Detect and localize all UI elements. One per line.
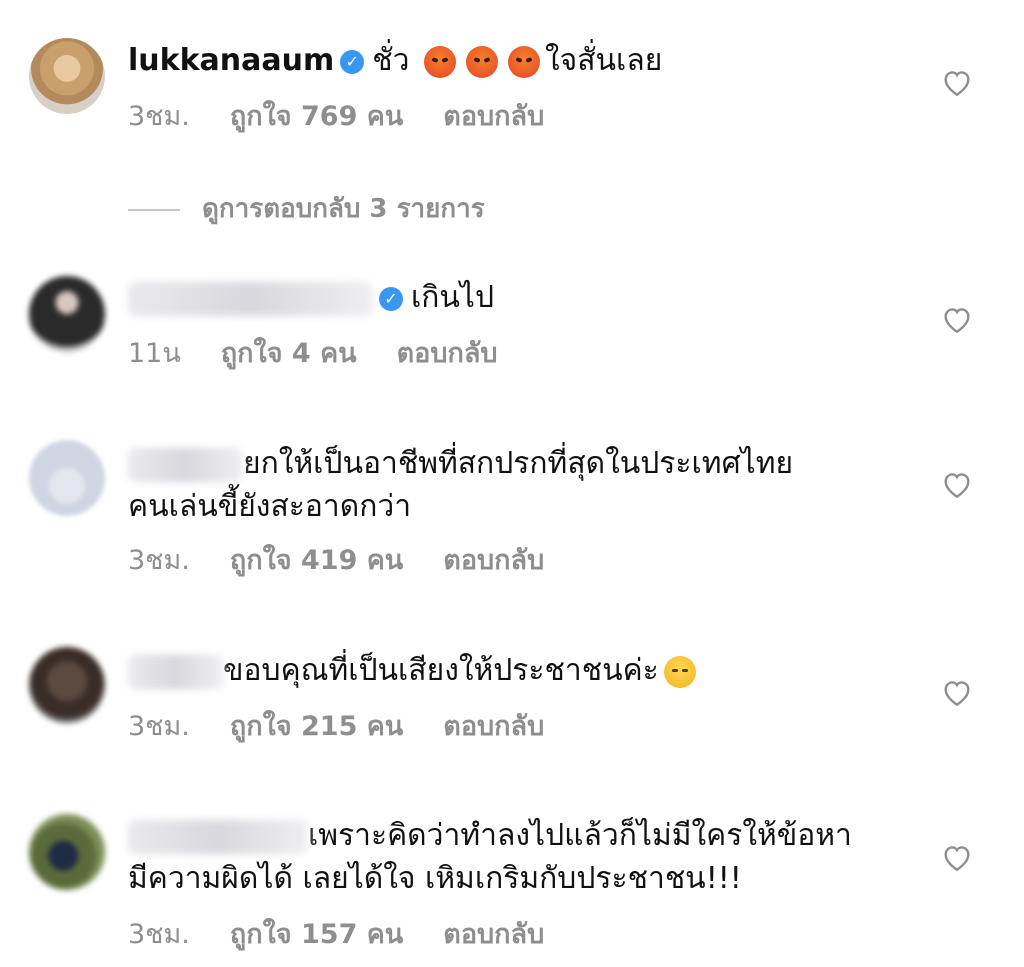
avatar[interactable] bbox=[29, 440, 105, 516]
comment-meta: 3ชม. ถูกใจ 157 คน ตอบกลับ bbox=[128, 918, 584, 952]
username-blurred[interactable] bbox=[128, 819, 308, 854]
heart-outline-icon[interactable] bbox=[941, 677, 973, 707]
timestamp: 11น bbox=[128, 338, 181, 369]
view-replies-label: ดูการตอบกลับ 3 รายการ bbox=[202, 194, 485, 224]
likes-count[interactable]: ถูกใจ 769 คน bbox=[230, 101, 403, 132]
divider bbox=[128, 208, 180, 211]
verified-badge-icon: ✓ bbox=[379, 286, 403, 311]
comment-text: ใจสั่นเลย bbox=[545, 43, 663, 78]
timestamp: 3ชม. bbox=[128, 545, 190, 576]
comment-text: มีความผิดได้ เลยได้ใจ เหิมเกริมกับประชาช… bbox=[128, 861, 742, 896]
comment-text: ชั่ว bbox=[372, 43, 410, 78]
comment-body: ขอบคุณที่เป็นเสียงให้ประชาชนค่ะ bbox=[128, 651, 701, 691]
comment-body: เพราะคิดว่าทำลงไปแล้วก็ไม่มีใครให้ข้อหา bbox=[128, 816, 852, 856]
avatar[interactable] bbox=[29, 276, 105, 352]
heart-outline-icon[interactable] bbox=[941, 469, 973, 499]
likes-count[interactable]: ถูกใจ 4 คน bbox=[221, 338, 357, 369]
username-blurred[interactable] bbox=[128, 447, 243, 482]
comment-text: เกินไป bbox=[411, 280, 495, 315]
likes-count[interactable]: ถูกใจ 215 คน bbox=[230, 711, 403, 742]
comment-body: ยกให้เป็นอาชีพที่สกปรกที่สุดในประเทศไทย bbox=[128, 444, 793, 484]
angry-face-icon bbox=[424, 45, 457, 78]
view-replies-button[interactable]: ดูการตอบกลับ 3 รายการ bbox=[128, 188, 485, 229]
comment-meta: 3ชม. ถูกใจ 419 คน ตอบกลับ bbox=[128, 544, 584, 578]
heart-outline-icon[interactable] bbox=[941, 67, 973, 97]
verified-badge-icon: ✓ bbox=[340, 49, 365, 74]
reply-button[interactable]: ตอบกลับ bbox=[397, 338, 498, 369]
comment-body-line2: คนเล่นขี้ยังสะอาดกว่า bbox=[128, 487, 411, 527]
comment-meta: 11น ถูกใจ 4 คน ตอบกลับ bbox=[128, 337, 538, 371]
comment-text: คนเล่นขี้ยังสะอาดกว่า bbox=[128, 489, 412, 524]
comment-body-line2: มีความผิดได้ เลยได้ใจ เหิมเกริมกับประชาช… bbox=[128, 859, 742, 899]
username[interactable]: lukkanaaum bbox=[128, 43, 334, 78]
comment-body: ✓ เกินไป bbox=[128, 278, 494, 318]
comment-text: ขอบคุณที่เป็นเสียงให้ประชาชนค่ะ bbox=[223, 653, 659, 688]
likes-count[interactable]: ถูกใจ 419 คน bbox=[230, 545, 403, 576]
avatar[interactable] bbox=[29, 38, 105, 114]
timestamp: 3ชม. bbox=[128, 711, 190, 742]
username-blurred[interactable] bbox=[128, 654, 223, 689]
angry-face-icon bbox=[466, 45, 499, 78]
avatar[interactable] bbox=[29, 647, 105, 723]
crying-face-icon bbox=[663, 655, 696, 688]
timestamp: 3ชม. bbox=[128, 919, 190, 950]
reply-button[interactable]: ตอบกลับ bbox=[443, 919, 544, 950]
heart-outline-icon[interactable] bbox=[941, 842, 973, 872]
avatar[interactable] bbox=[29, 814, 105, 890]
angry-face-icon bbox=[508, 45, 541, 78]
heart-outline-icon[interactable] bbox=[941, 304, 973, 334]
reply-button[interactable]: ตอบกลับ bbox=[443, 545, 544, 576]
likes-count[interactable]: ถูกใจ 157 คน bbox=[230, 919, 403, 950]
comment-text: ยกให้เป็นอาชีพที่สกปรกที่สุดในประเทศไทย bbox=[243, 446, 794, 481]
timestamp: 3ชม. bbox=[128, 101, 190, 132]
username-blurred[interactable] bbox=[128, 281, 373, 316]
comment-meta: 3ชม. ถูกใจ 215 คน ตอบกลับ bbox=[128, 710, 584, 744]
reply-button[interactable]: ตอบกลับ bbox=[443, 711, 544, 742]
comment-text: เพราะคิดว่าทำลงไปแล้วก็ไม่มีใครให้ข้อหา bbox=[308, 818, 852, 853]
comment-meta: 3ชม. ถูกใจ 769 คน ตอบกลับ bbox=[128, 100, 584, 134]
reply-button[interactable]: ตอบกลับ bbox=[443, 101, 544, 132]
comment-body: lukkanaaum ✓ ชั่ว ใจสั่นเลย bbox=[128, 41, 662, 81]
